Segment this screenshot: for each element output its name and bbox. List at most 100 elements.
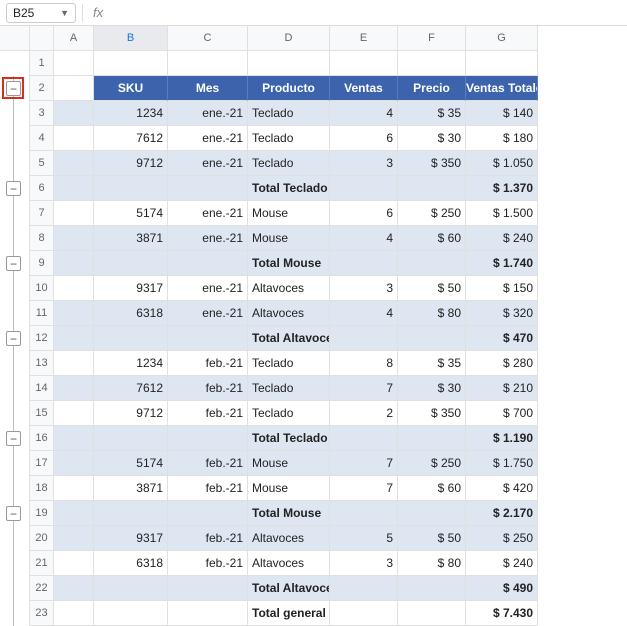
cell[interactable] xyxy=(54,501,94,526)
cell-producto[interactable]: Teclado xyxy=(248,351,330,376)
cell-mes[interactable]: ene.-21 xyxy=(168,276,248,301)
cell-total[interactable]: $ 320 xyxy=(466,301,538,326)
table-header[interactable]: Ventas xyxy=(330,76,398,101)
cell[interactable] xyxy=(54,151,94,176)
cell-sku[interactable]: 9317 xyxy=(94,526,168,551)
cell[interactable] xyxy=(94,51,168,76)
cell-mes[interactable]: feb.-21 xyxy=(168,351,248,376)
cell-mes[interactable]: feb.-21 xyxy=(168,401,248,426)
group-collapse-button[interactable] xyxy=(6,181,21,196)
cell-producto[interactable]: Teclado xyxy=(248,376,330,401)
cell-precio[interactable]: $ 30 xyxy=(398,376,466,401)
column-header[interactable]: E xyxy=(330,26,398,51)
row-header[interactable]: 20 xyxy=(30,526,54,551)
cell-precio[interactable] xyxy=(398,326,466,351)
cell-mes[interactable] xyxy=(168,326,248,351)
row-header[interactable]: 18 xyxy=(30,476,54,501)
cell-total[interactable]: $ 490 xyxy=(466,576,538,601)
row-header[interactable]: 3 xyxy=(30,101,54,126)
cell-sku[interactable] xyxy=(94,501,168,526)
cell-mes[interactable]: feb.-21 xyxy=(168,476,248,501)
table-header[interactable]: Producto xyxy=(248,76,330,101)
cell-sku[interactable] xyxy=(94,176,168,201)
cell-mes[interactable] xyxy=(168,176,248,201)
cell-ventas[interactable]: 4 xyxy=(330,101,398,126)
row-header[interactable]: 12 xyxy=(30,326,54,351)
cell-sku[interactable] xyxy=(94,251,168,276)
cell-ventas[interactable]: 6 xyxy=(330,126,398,151)
cell-total[interactable]: $ 1.190 xyxy=(466,426,538,451)
cell-ventas[interactable] xyxy=(330,601,398,626)
spreadsheet-grid[interactable]: ABCDEFG12SKUMesProductoVentasPrecioVenta… xyxy=(0,26,627,626)
cell[interactable] xyxy=(54,201,94,226)
cell[interactable] xyxy=(168,51,248,76)
cell[interactable] xyxy=(54,76,94,101)
cell-total[interactable]: $ 2.170 xyxy=(466,501,538,526)
cell-ventas[interactable]: 6 xyxy=(330,201,398,226)
table-header[interactable]: Mes xyxy=(168,76,248,101)
cell[interactable] xyxy=(54,251,94,276)
row-header[interactable]: 6 xyxy=(30,176,54,201)
select-all[interactable] xyxy=(30,26,54,51)
cell-precio[interactable]: $ 80 xyxy=(398,551,466,576)
cell-producto[interactable]: Teclado xyxy=(248,126,330,151)
cell-producto[interactable]: Mouse xyxy=(248,201,330,226)
cell-sku[interactable]: 9317 xyxy=(94,276,168,301)
row-header[interactable]: 8 xyxy=(30,226,54,251)
cell-precio[interactable] xyxy=(398,501,466,526)
cell-total[interactable]: $ 420 xyxy=(466,476,538,501)
cell-mes[interactable]: feb.-21 xyxy=(168,526,248,551)
cell-precio[interactable]: $ 50 xyxy=(398,276,466,301)
cell-mes[interactable]: feb.-21 xyxy=(168,551,248,576)
row-header[interactable]: 14 xyxy=(30,376,54,401)
cell-ventas[interactable]: 8 xyxy=(330,351,398,376)
cell-mes[interactable] xyxy=(168,426,248,451)
cell-total[interactable]: $ 7.430 xyxy=(466,601,538,626)
cell-ventas[interactable] xyxy=(330,326,398,351)
cell[interactable] xyxy=(54,301,94,326)
group-collapse-button[interactable] xyxy=(6,506,21,521)
column-header[interactable]: C xyxy=(168,26,248,51)
group-collapse-button[interactable] xyxy=(6,331,21,346)
cell-precio[interactable]: $ 35 xyxy=(398,101,466,126)
cell-ventas[interactable]: 7 xyxy=(330,476,398,501)
cell[interactable] xyxy=(54,226,94,251)
cell[interactable] xyxy=(54,551,94,576)
cell-sku[interactable]: 6318 xyxy=(94,551,168,576)
cell[interactable] xyxy=(54,601,94,626)
cell-total[interactable]: $ 1.370 xyxy=(466,176,538,201)
cell-ventas[interactable]: 4 xyxy=(330,301,398,326)
row-header[interactable]: 15 xyxy=(30,401,54,426)
cell-precio[interactable]: $ 50 xyxy=(398,526,466,551)
cell[interactable] xyxy=(54,451,94,476)
cell-total[interactable]: $ 1.750 xyxy=(466,451,538,476)
cell-precio[interactable]: $ 60 xyxy=(398,226,466,251)
column-header[interactable]: D xyxy=(248,26,330,51)
cell-mes[interactable]: ene.-21 xyxy=(168,151,248,176)
cell[interactable] xyxy=(54,101,94,126)
cell-producto[interactable]: Total Teclado xyxy=(248,426,330,451)
row-header[interactable]: 22 xyxy=(30,576,54,601)
cell-producto[interactable]: Total Mouse xyxy=(248,251,330,276)
cell-total[interactable]: $ 280 xyxy=(466,351,538,376)
cell-mes[interactable]: ene.-21 xyxy=(168,226,248,251)
cell[interactable] xyxy=(54,401,94,426)
cell-sku[interactable] xyxy=(94,601,168,626)
cell-ventas[interactable]: 7 xyxy=(330,451,398,476)
row-header[interactable]: 9 xyxy=(30,251,54,276)
cell-sku[interactable]: 5174 xyxy=(94,451,168,476)
cell-producto[interactable]: Altavoces xyxy=(248,526,330,551)
cell-ventas[interactable]: 2 xyxy=(330,401,398,426)
cell-total[interactable]: $ 240 xyxy=(466,551,538,576)
cell-sku[interactable]: 9712 xyxy=(94,151,168,176)
cell-total[interactable]: $ 180 xyxy=(466,126,538,151)
cell-total[interactable]: $ 470 xyxy=(466,326,538,351)
cell[interactable] xyxy=(54,176,94,201)
cell[interactable] xyxy=(54,526,94,551)
cell[interactable] xyxy=(330,51,398,76)
cell-total[interactable]: $ 210 xyxy=(466,376,538,401)
cell-ventas[interactable] xyxy=(330,251,398,276)
cell-precio[interactable]: $ 30 xyxy=(398,126,466,151)
cell[interactable] xyxy=(398,51,466,76)
cell-producto[interactable]: Teclado xyxy=(248,401,330,426)
